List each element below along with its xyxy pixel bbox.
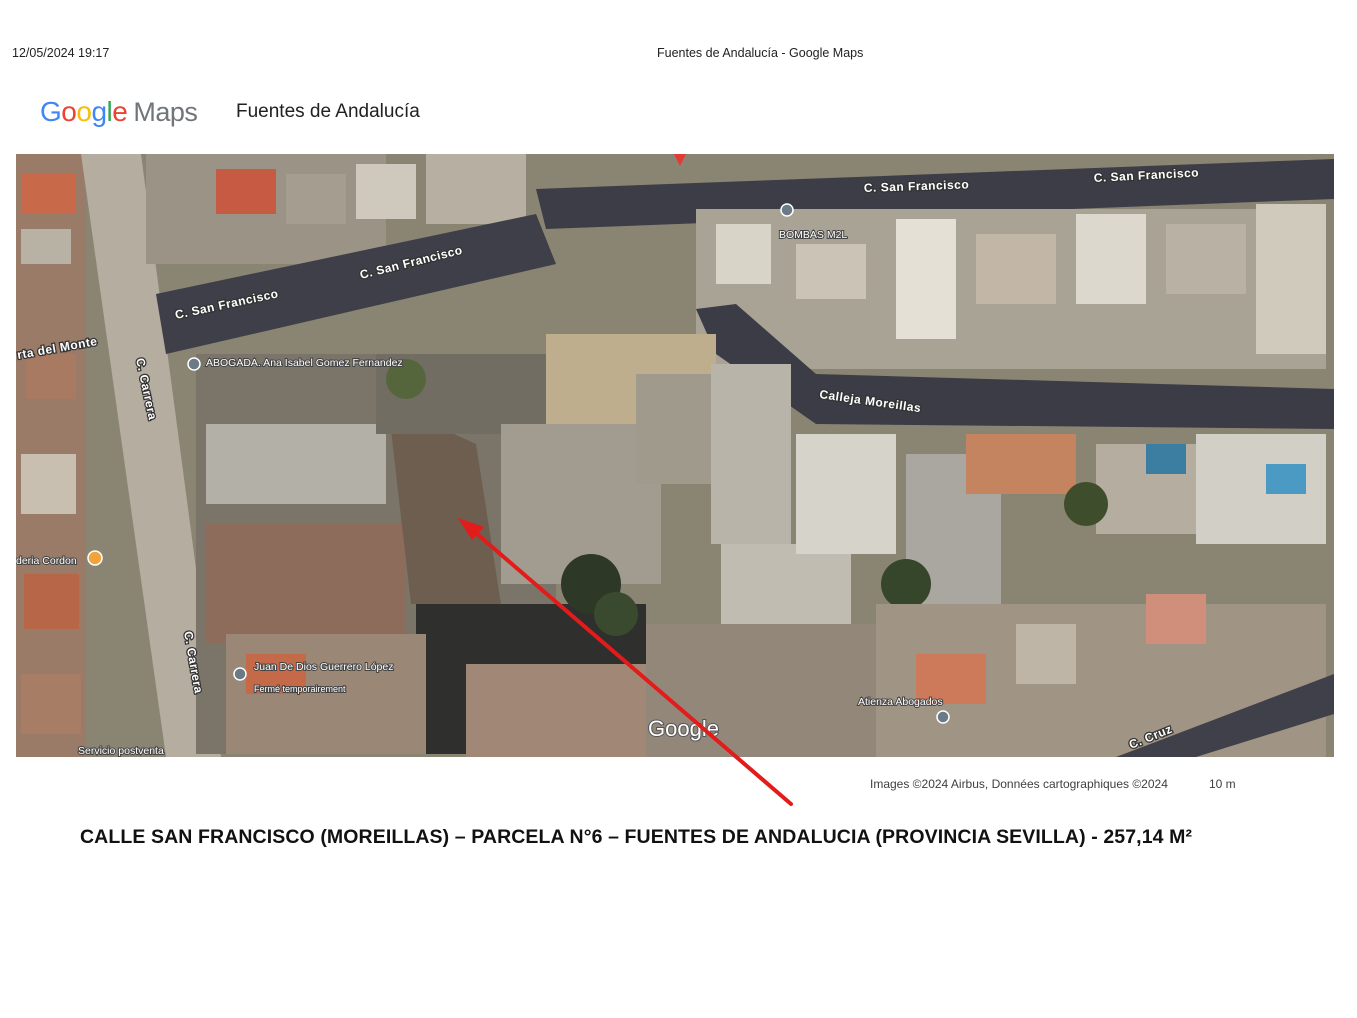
parcel-caption: CALLE SAN FRANCISCO (MOREILLAS) – PARCEL… [80,826,1193,848]
satellite-imagery: C. San Francisco C. San Francisco C. San… [16,154,1334,757]
poi-label: Servicio postventa [78,745,164,757]
map-pin-icon [187,357,201,371]
poi-label: ABOGADA. Ana Isabel Gomez Fernandez [206,357,403,369]
logo-maps-text: Maps [133,97,198,127]
food-pin-icon [87,550,103,566]
satellite-map[interactable]: C. San Francisco C. San Francisco C. San… [16,154,1334,757]
poi-label: Juan De Dios Guerrero López [254,661,394,673]
scale-bar[interactable]: 10 m [1209,777,1236,791]
map-pin-icon [780,203,794,217]
place-title: Fuentes de Andalucía [236,101,420,122]
poi-label: deria Cordon [16,555,77,567]
logo-wordmark: Google Maps [40,96,198,128]
poi-label: BOMBAS M2L [779,229,847,241]
google-watermark: Google [648,716,719,741]
print-date: 12/05/2024 19:17 [12,46,110,60]
map-pin-icon [233,667,247,681]
print-page-title: Fuentes de Andalucía - Google Maps [657,46,864,60]
poi-abogada[interactable]: ABOGADA. Ana Isabel Gomez Fernandez [187,356,404,371]
poi-servicio[interactable]: Servicio postventa [77,744,165,757]
map-attribution: Images ©2024 Airbus, Données cartographi… [870,777,1168,791]
logo-google-text: Google [40,96,128,127]
poi-label: Atienza Abogados [858,696,943,708]
google-maps-logo[interactable]: Google Maps [40,92,198,132]
poi-status: Fermé temporairement [254,684,346,694]
map-pin-icon [936,710,950,724]
